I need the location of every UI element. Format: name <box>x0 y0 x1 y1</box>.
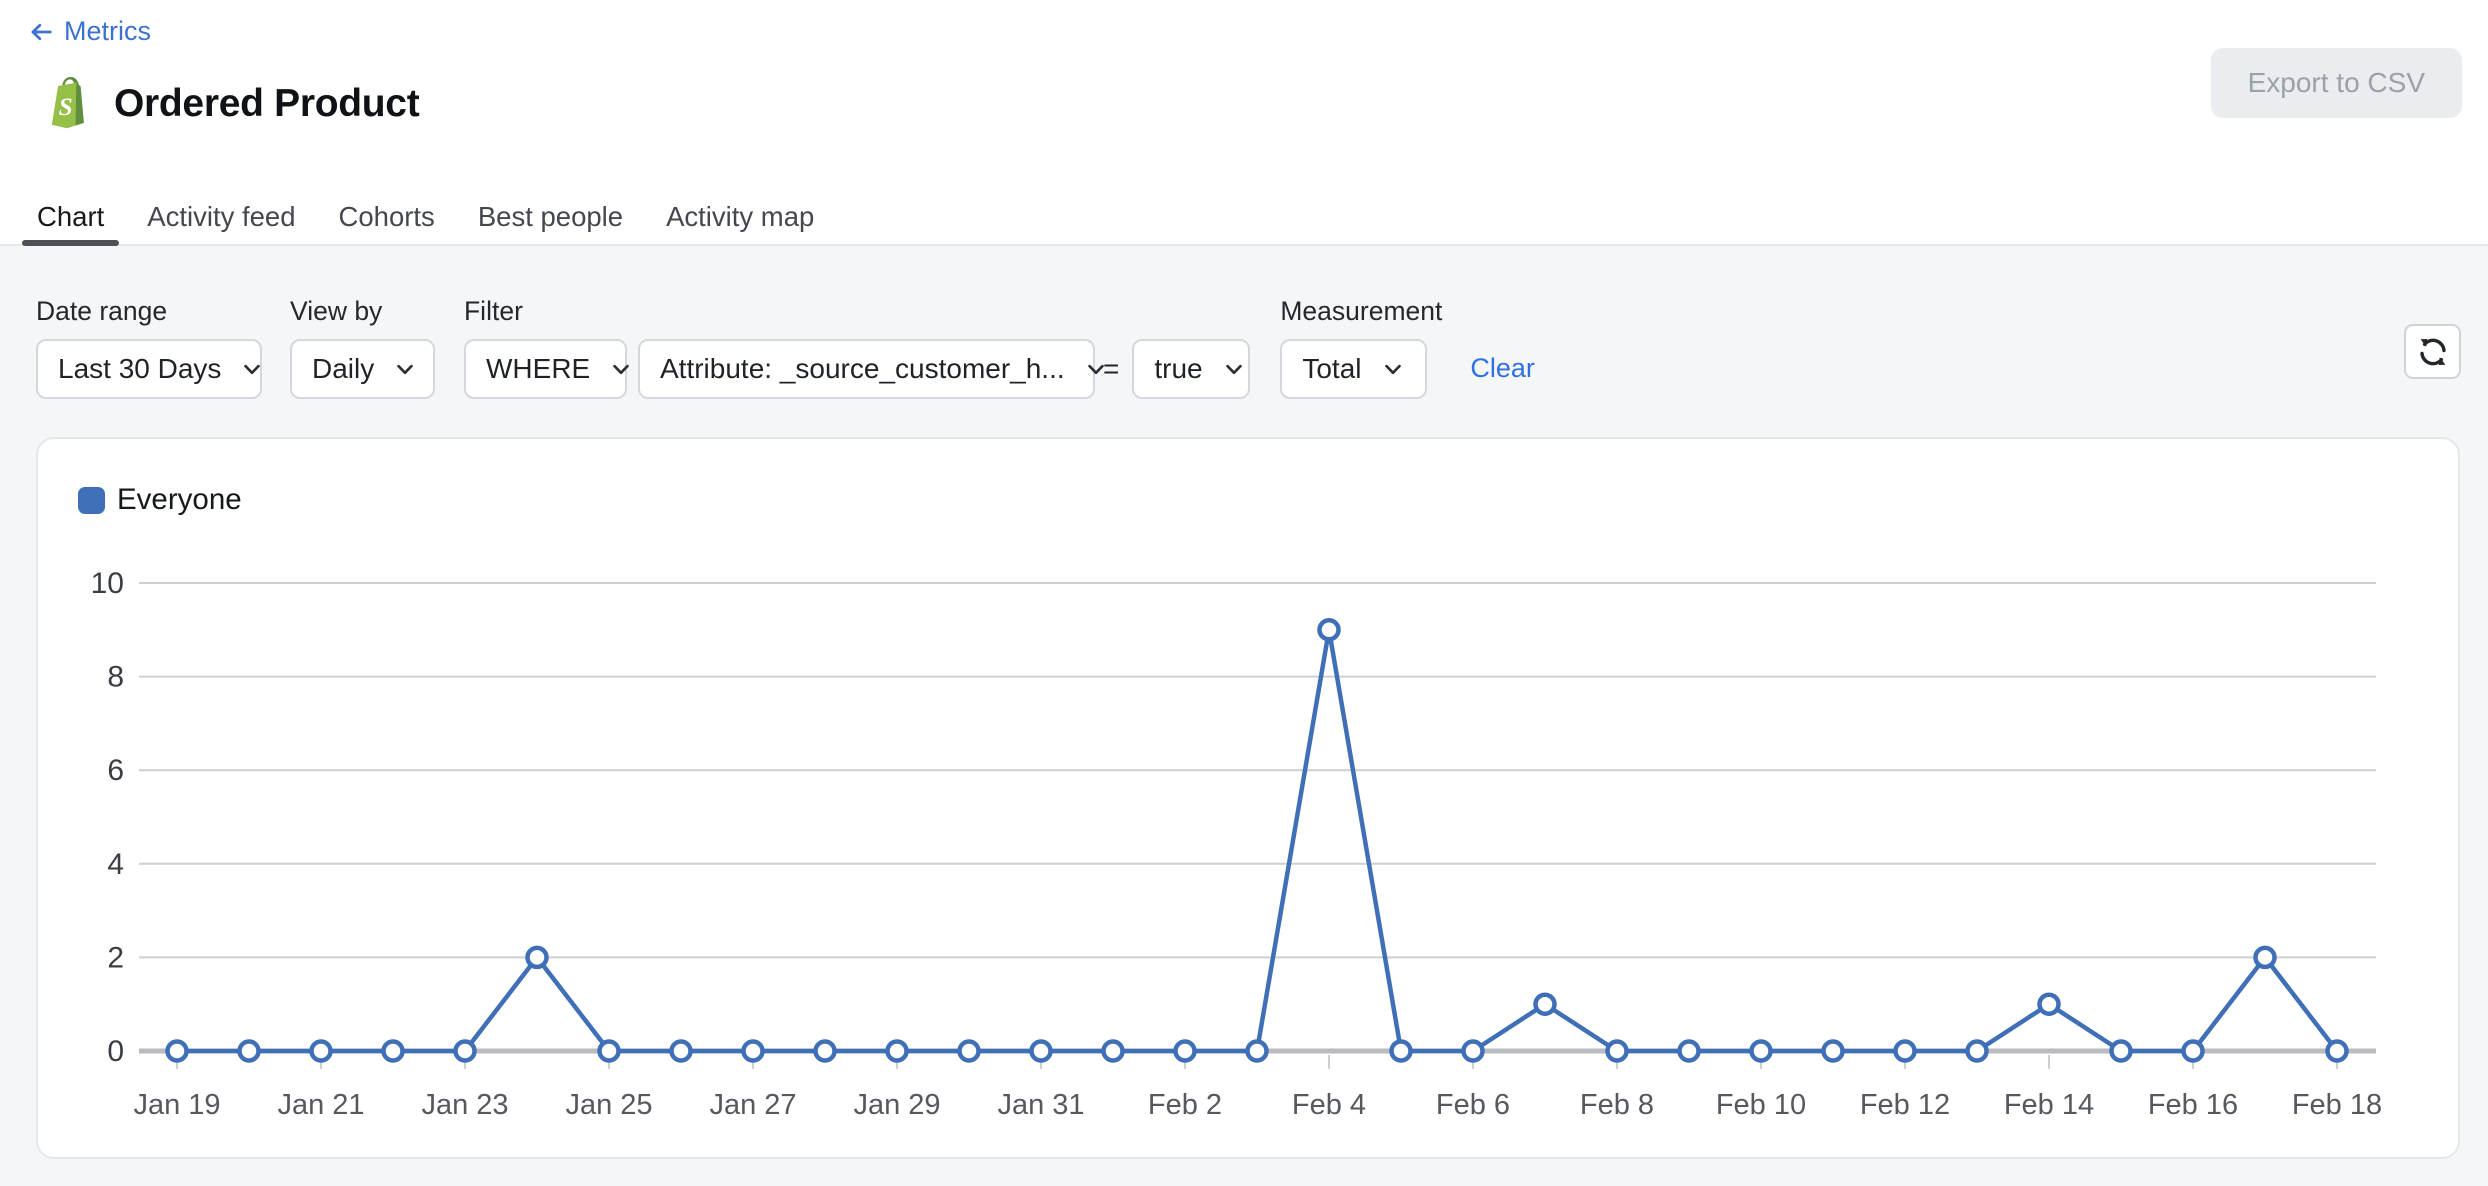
measurement-value: Total <box>1302 353 1362 384</box>
chevron-down-icon <box>608 356 634 382</box>
tab-best-people[interactable]: Best people <box>463 188 638 246</box>
filter-operator-value: WHERE <box>486 353 591 384</box>
svg-text:S: S <box>59 94 73 121</box>
content-area: Date range Last 30 Days View by Daily Fi… <box>0 246 2488 1186</box>
chevron-down-icon <box>1380 356 1406 382</box>
svg-text:Jan 31: Jan 31 <box>997 1089 1084 1121</box>
line-chart[interactable]: 0 2 4 6 8 10 Jan 19 Jan 21 Jan 23 Jan 25 Jan 27 Jan… <box>38 534 2458 1154</box>
back-arrow-icon <box>27 18 55 46</box>
svg-text:Feb 18: Feb 18 <box>2292 1089 2382 1121</box>
measurement-group: Measurement Total <box>1280 296 1442 399</box>
svg-text:0: 0 <box>107 1035 124 1068</box>
legend-label: Everyone <box>117 483 242 516</box>
tab-bar: Chart Activity feed Cohorts Best people … <box>22 188 829 246</box>
svg-text:Feb 12: Feb 12 <box>1860 1089 1950 1121</box>
svg-text:Feb 2: Feb 2 <box>1148 1089 1222 1121</box>
filter-label: Filter <box>464 296 523 326</box>
svg-text:Jan 25: Jan 25 <box>565 1089 652 1121</box>
chevron-down-icon <box>1221 356 1247 382</box>
date-range-group: Date range Last 30 Days <box>36 296 262 399</box>
chart-card: Everyone 0 2 4 6 8 10 Jan 19 Jan 21 Jan 23 Jan 25… <box>36 437 2460 1159</box>
measurement-label: Measurement <box>1280 296 1443 326</box>
svg-text:10: 10 <box>91 567 124 600</box>
date-range-select[interactable]: Last 30 Days <box>36 339 262 399</box>
shopify-bag-icon: S <box>48 76 94 131</box>
equals-operator: = <box>1103 353 1120 384</box>
tab-activity-map[interactable]: Activity map <box>651 188 829 246</box>
tab-activity-feed[interactable]: Activity feed <box>132 188 310 246</box>
filter-value-group: true <box>1132 339 1251 399</box>
svg-text:Feb 8: Feb 8 <box>1580 1089 1654 1121</box>
chevron-down-icon <box>239 356 265 382</box>
svg-text:6: 6 <box>107 754 124 787</box>
refresh-sync-icon <box>2416 335 2450 369</box>
title-row: S Ordered Product <box>48 76 420 131</box>
svg-text:8: 8 <box>107 661 124 694</box>
svg-text:2: 2 <box>107 941 124 974</box>
view-by-value: Daily <box>312 353 375 384</box>
filter-attribute-value: Attribute: _source_customer_h... <box>660 353 1065 384</box>
page-title: Ordered Product <box>114 81 420 125</box>
svg-text:Jan 23: Jan 23 <box>421 1089 508 1121</box>
filter-bar: Date range Last 30 Days View by Daily Fi… <box>36 296 2388 399</box>
svg-text:Feb 6: Feb 6 <box>1436 1089 1510 1121</box>
filter-operator-group: Filter WHERE <box>464 296 630 399</box>
svg-text:Feb 4: Feb 4 <box>1292 1089 1366 1121</box>
date-range-label: Date range <box>36 296 168 326</box>
view-by-select[interactable]: Daily <box>290 339 435 399</box>
back-link-label: Metrics <box>64 16 151 46</box>
svg-text:Jan 19: Jan 19 <box>133 1089 220 1121</box>
svg-text:4: 4 <box>107 848 124 881</box>
svg-text:Feb 10: Feb 10 <box>1716 1089 1806 1121</box>
filter-value-select[interactable]: true <box>1132 339 1251 399</box>
export-csv-button[interactable]: Export to CSV <box>2210 48 2462 118</box>
view-by-label: View by <box>290 296 383 326</box>
svg-text:Jan 29: Jan 29 <box>853 1089 940 1121</box>
svg-text:Jan 21: Jan 21 <box>277 1089 364 1121</box>
filter-attribute-select[interactable]: Attribute: _source_customer_h... <box>638 339 1104 399</box>
svg-text:Feb 14: Feb 14 <box>2004 1089 2094 1121</box>
chevron-down-icon <box>392 356 418 382</box>
tab-chart[interactable]: Chart <box>22 188 120 246</box>
svg-text:Jan 27: Jan 27 <box>709 1089 796 1121</box>
svg-text:Feb 16: Feb 16 <box>2148 1089 2238 1121</box>
filter-operator-select[interactable]: WHERE <box>464 339 630 399</box>
page-header: Metrics S Ordered Product Export to CSV … <box>0 0 2488 246</box>
view-by-group: View by Daily <box>290 296 435 399</box>
chart-legend: Everyone <box>78 483 242 517</box>
legend-swatch <box>78 486 105 514</box>
filter-attribute-group: Attribute: _source_customer_h... <box>638 339 1104 399</box>
measurement-select[interactable]: Total <box>1280 339 1428 399</box>
date-range-value: Last 30 Days <box>58 353 222 384</box>
filter-value: true <box>1154 353 1203 384</box>
back-link[interactable]: Metrics <box>27 16 151 47</box>
refresh-button[interactable] <box>2404 324 2461 379</box>
clear-filter-link[interactable]: Clear <box>1470 353 1535 384</box>
tab-cohorts[interactable]: Cohorts <box>324 188 450 246</box>
